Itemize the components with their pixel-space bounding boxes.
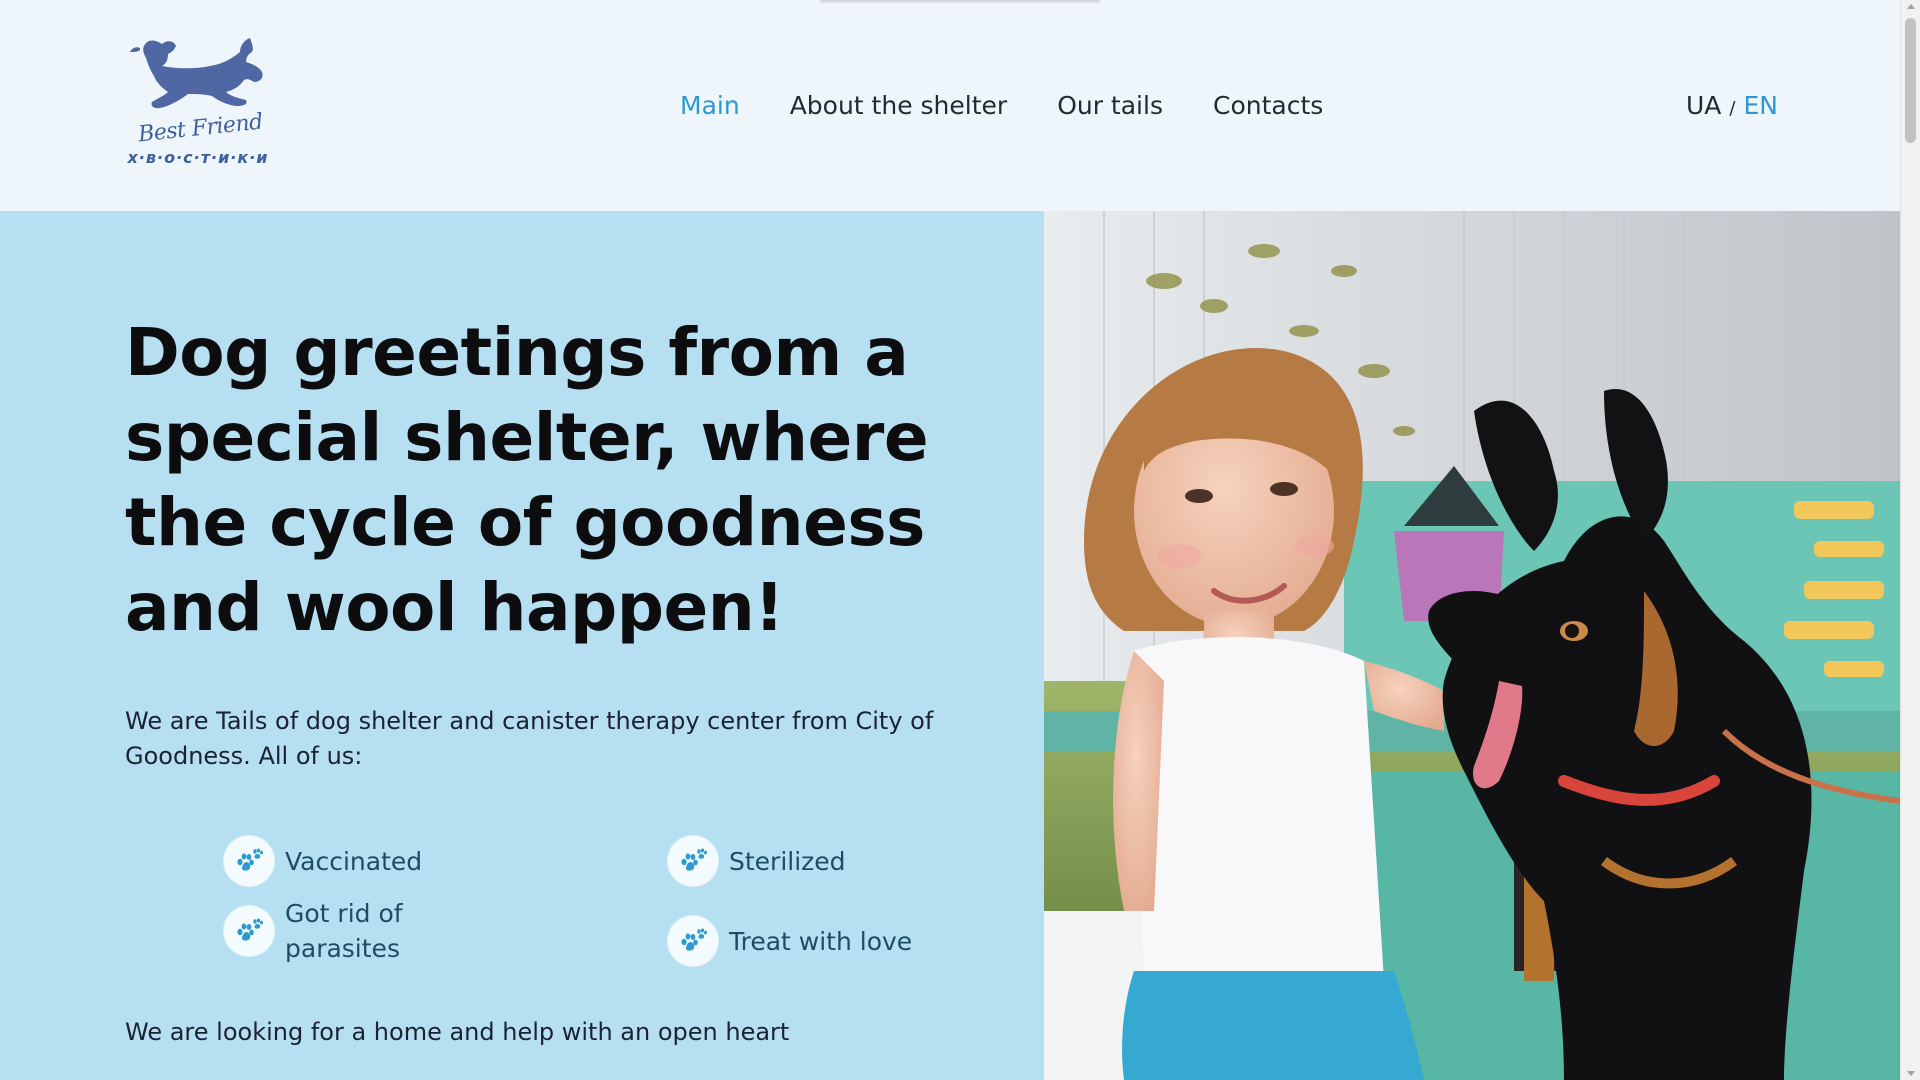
hero-intro: We are Tails of dog shelter and canister… xyxy=(125,707,934,770)
hero-title: Dog greetings from a special shelter, wh… xyxy=(125,314,929,646)
logo-word-text: x·в·о·с·т·и·к·и xyxy=(127,148,269,167)
paw-icon xyxy=(668,916,718,966)
hero-text-panel: Dog greetings from a special shelter, wh… xyxy=(0,211,1044,1080)
lang-separator: / xyxy=(1729,98,1736,119)
feature-list: Vaccinated Sterilized Got rid of parasit… xyxy=(224,826,944,976)
nav-item-contacts[interactable]: Contacts xyxy=(1213,88,1323,124)
page-scrollbar[interactable] xyxy=(1900,0,1920,1080)
scroll-up-arrow-icon[interactable] xyxy=(1907,4,1915,9)
language-switcher: UA / EN xyxy=(1686,88,1778,124)
feature-label: Vaccinated xyxy=(285,846,423,876)
feature-item-treat-with-love: Treat with love xyxy=(668,916,912,966)
scroll-down-arrow-icon[interactable] xyxy=(1907,1071,1915,1076)
header-shadow xyxy=(820,0,1100,4)
lang-en-link[interactable]: EN xyxy=(1743,88,1778,124)
lang-ua-link[interactable]: UA xyxy=(1686,88,1721,124)
feature-label: Treat with love xyxy=(729,926,913,956)
nav-item-about[interactable]: About the shelter xyxy=(790,88,1008,124)
feature-item-sterilized: Sterilized xyxy=(668,836,846,886)
site-header: Best Friend x·в·о·с·т·и·к·и Main About t… xyxy=(0,0,1900,211)
feature-item-parasites: Got rid of parasites xyxy=(224,896,465,966)
hero-photo xyxy=(1044,211,1900,1080)
hero-closing-text: We are looking for a home and help with … xyxy=(125,1018,790,1046)
scrollbar-thumb[interactable] xyxy=(1905,18,1916,143)
nav-item-our-tails[interactable]: Our tails xyxy=(1057,88,1163,124)
child-with-dog-photo xyxy=(1044,211,1900,1080)
main-nav: Main About the shelter Our tails Contact… xyxy=(680,88,1323,124)
paw-icon xyxy=(668,836,718,886)
feature-label: Sterilized xyxy=(729,846,846,876)
paw-icon xyxy=(224,836,274,886)
feature-item-vaccinated: Vaccinated xyxy=(224,836,422,886)
nav-item-main[interactable]: Main xyxy=(680,88,740,124)
site-logo[interactable]: Best Friend x·в·о·с·т·и·к·и xyxy=(122,36,274,176)
feature-label: Got rid of parasites xyxy=(285,899,403,963)
paw-icon xyxy=(224,906,274,956)
